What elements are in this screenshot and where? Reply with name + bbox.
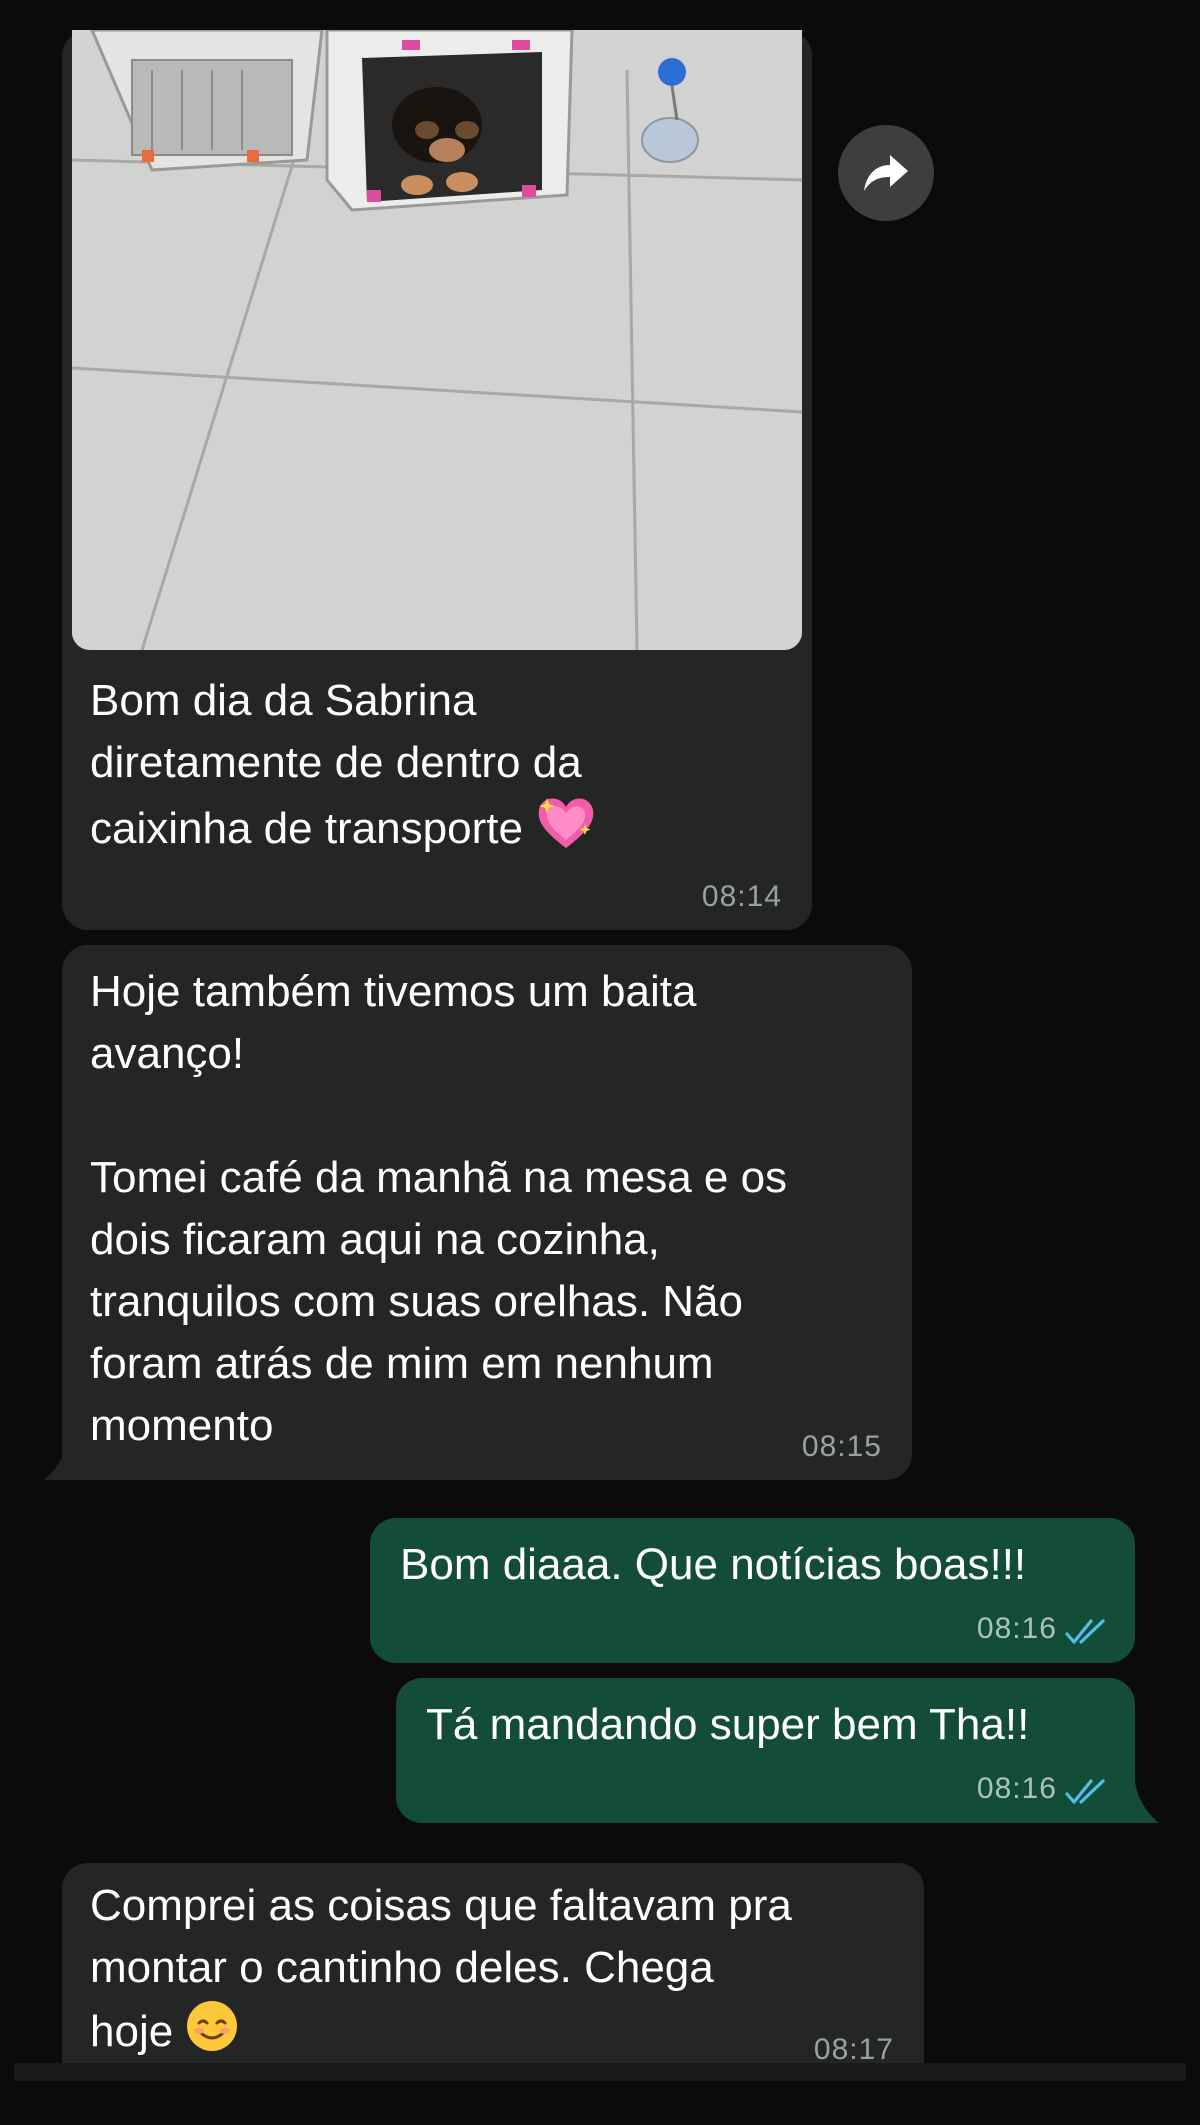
message-text: Hoje também tivemos um baita avanço! Tom…	[90, 967, 788, 1450]
message-bubble[interactable]: Hoje também tivemos um baita avanço! Tom…	[62, 945, 912, 1480]
message-text: Comprei as coisas que faltavam pra monta…	[90, 1875, 910, 2070]
bubble-tail	[1135, 1783, 1159, 1823]
message-bubble[interactable]: Comprei as coisas que faltavam pra monta…	[62, 1863, 924, 2066]
read-receipt-icon	[1065, 1779, 1105, 1804]
message-bubble-outgoing[interactable]: Tá mandando super bem Tha!! 08:16	[396, 1678, 1135, 1823]
message-text: Tá mandando super bem Tha!!	[426, 1700, 1030, 1749]
forward-button[interactable]	[838, 125, 934, 221]
read-receipt-icon	[1065, 1619, 1105, 1644]
bubble-tail	[44, 1440, 68, 1480]
message-time: 08:17	[813, 2033, 894, 2066]
smiling-face-icon	[185, 1999, 239, 2070]
forward-arrow-icon	[864, 155, 908, 191]
message-time: 08:16	[976, 1612, 1057, 1645]
sparkling-heart-icon	[535, 794, 597, 869]
message-bubble-photo[interactable]: Bom dia da Sabrina diretamente de dentro…	[62, 30, 812, 930]
message-time: 08:14	[701, 880, 782, 913]
message-text: Bom dia da Sabrina diretamente de dentro…	[90, 670, 790, 869]
dog-in-carrier-photo	[72, 30, 802, 650]
message-text: Bom diaaa. Que notícias boas!!!	[400, 1540, 1027, 1589]
bottom-divider	[14, 2063, 1186, 2081]
message-time: 08:15	[801, 1430, 882, 1463]
message-bubble-outgoing[interactable]: Bom diaaa. Que notícias boas!!! 08:16	[370, 1518, 1135, 1663]
photo-attachment[interactable]	[72, 30, 802, 650]
message-time: 08:16	[976, 1772, 1057, 1805]
